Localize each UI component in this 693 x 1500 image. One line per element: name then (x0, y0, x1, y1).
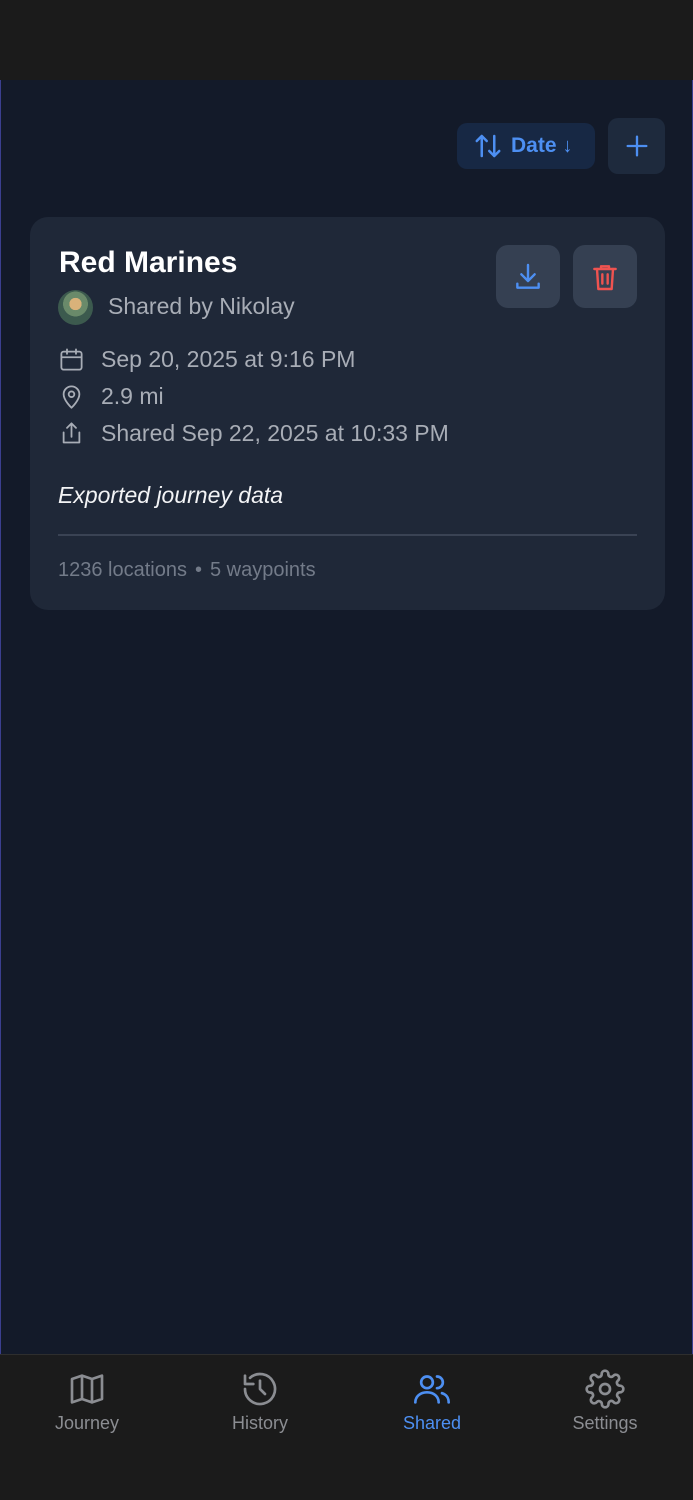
journey-distance-row: 2.9 mi (58, 383, 164, 410)
arrows-up-down-icon (475, 134, 501, 158)
download-icon (516, 263, 540, 289)
share-icon (62, 422, 81, 444)
tab-label: History (231, 1413, 288, 1433)
tab-bar: Journey History Shared Settings (0, 1354, 693, 1500)
tab-shared[interactable]: Shared (367, 1369, 497, 1434)
tab-history[interactable]: History (195, 1369, 325, 1434)
journey-date-row: Sep 20, 2025 at 9:16 PM (58, 346, 355, 373)
sort-direction: ↓ (562, 134, 573, 157)
users-icon (414, 1375, 450, 1404)
status-bar (0, 0, 693, 80)
sort-label: Date (511, 134, 557, 157)
shared-journey-card[interactable]: Red Marines Shared by Nikolay Sep 20, 20… (30, 217, 665, 610)
divider (58, 534, 637, 536)
sort-button[interactable]: Date ↓ (457, 123, 595, 169)
locations-count: 1236 locations (58, 559, 187, 581)
add-button[interactable] (608, 118, 665, 174)
journey-date: Sep 20, 2025 at 9:16 PM (101, 346, 356, 372)
map-pin-icon (62, 385, 81, 409)
download-button[interactable] (496, 245, 560, 308)
tab-settings[interactable]: Settings (540, 1369, 670, 1434)
stats-separator: • (194, 559, 202, 581)
waypoints-count: 5 waypoints (210, 559, 316, 581)
journey-description: Exported journey data (58, 482, 284, 508)
avatar (58, 290, 93, 325)
history-icon (243, 1372, 277, 1406)
tab-journey[interactable]: Journey (22, 1369, 152, 1434)
shared-screen: Date ↓ Red Marines Shared by Nikolay Sep… (0, 80, 693, 1354)
journey-distance: 2.9 mi (101, 383, 164, 409)
shared-date-row: Shared Sep 22, 2025 at 10:33 PM (58, 420, 449, 447)
tab-label: Journey (54, 1413, 120, 1433)
trash-icon (593, 264, 617, 290)
map-icon (70, 1374, 104, 1404)
calendar-icon (60, 348, 83, 371)
tab-label: Shared (402, 1413, 462, 1433)
shared-by-text: Shared by Nikolay (108, 293, 295, 319)
journey-title: Red Marines (59, 246, 238, 279)
journey-stats: 1236 locations • 5 waypoints (58, 559, 316, 582)
delete-button[interactable] (573, 245, 637, 308)
shared-date: Shared Sep 22, 2025 at 10:33 PM (101, 420, 449, 446)
plus-icon (626, 135, 647, 157)
gear-icon (585, 1369, 625, 1409)
tab-label: Settings (572, 1413, 638, 1433)
